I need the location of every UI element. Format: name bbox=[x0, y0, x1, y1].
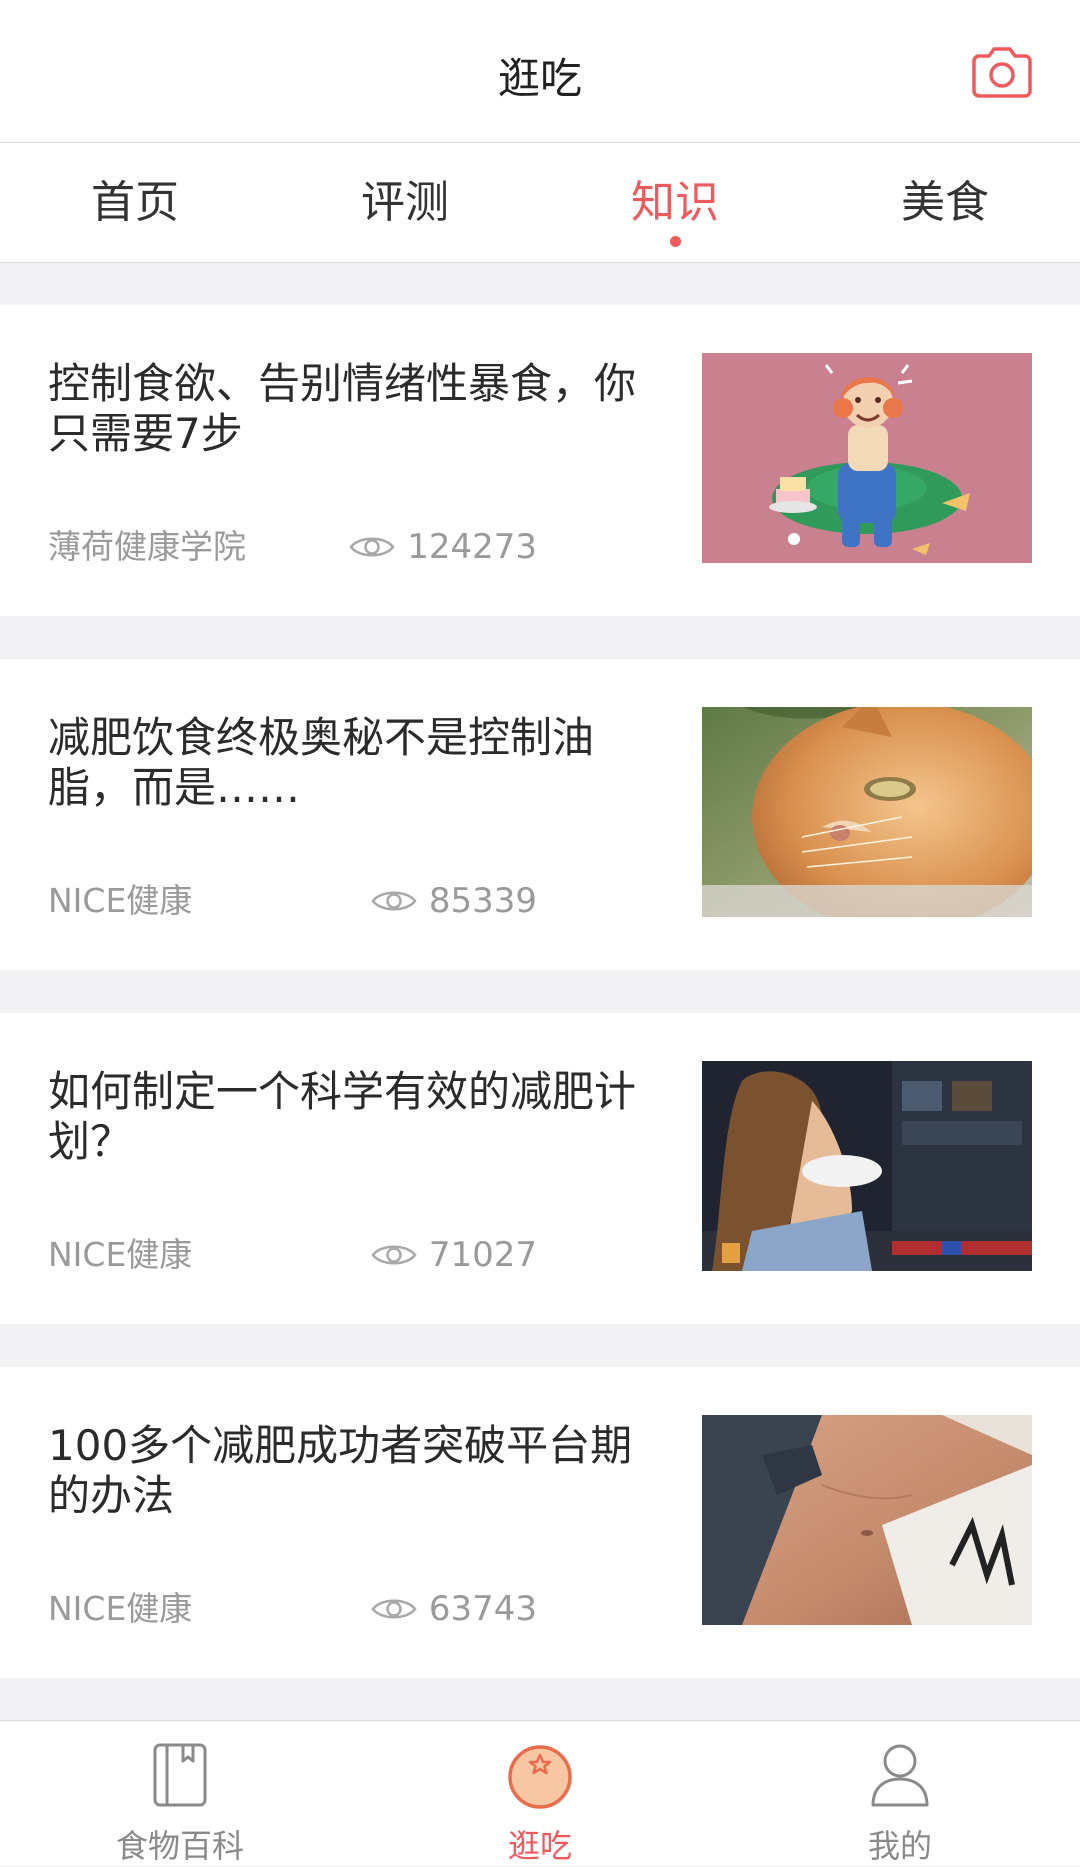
tab-home[interactable]: 首页 bbox=[0, 143, 270, 262]
article-thumbnail bbox=[702, 1061, 1032, 1271]
bottom-navigation: 食物百科 逛吃 我的 bbox=[0, 1720, 1080, 1866]
camera-icon[interactable] bbox=[971, 44, 1033, 98]
nav-label: 食物百科 bbox=[115, 1827, 244, 1865]
nav-food-encyclopedia[interactable]: 食物百科 bbox=[0, 1721, 360, 1866]
article-title: 减肥饮食终极奥秘不是控制油脂，而是…… bbox=[48, 713, 595, 812]
view-count-value: 85339 bbox=[428, 881, 537, 921]
eye-icon bbox=[371, 891, 417, 911]
article-source: NICE健康 bbox=[48, 1589, 193, 1628]
article-thumbnail bbox=[702, 353, 1032, 563]
tab-label: 评测 bbox=[361, 177, 449, 228]
tab-label: 知识 bbox=[631, 177, 719, 228]
nav-label: 我的 bbox=[867, 1827, 932, 1865]
article-title: 100多个减肥成功者突破平台期的办法 bbox=[48, 1421, 633, 1520]
article-source: 薄荷健康学院 bbox=[48, 527, 246, 566]
app-header: 逛吃 bbox=[0, 0, 1080, 143]
article-title: 控制食欲、告别情绪性暴食，你只需要7步 bbox=[48, 359, 637, 458]
article-source: NICE健康 bbox=[48, 881, 193, 920]
view-count-value: 71027 bbox=[428, 1235, 537, 1275]
tab-label: 首页 bbox=[91, 177, 179, 228]
view-count: 85339 bbox=[371, 881, 537, 921]
article-source: NICE健康 bbox=[48, 1235, 193, 1274]
eye-icon bbox=[349, 537, 395, 557]
article-thumbnail bbox=[702, 707, 1032, 917]
tab-food[interactable]: 美食 bbox=[810, 143, 1080, 262]
article-thumbnail bbox=[702, 1415, 1032, 1625]
nav-label: 逛吃 bbox=[507, 1827, 572, 1865]
view-count-value: 63743 bbox=[428, 1589, 537, 1629]
view-count: 63743 bbox=[371, 1589, 537, 1629]
nav-me[interactable]: 我的 bbox=[720, 1721, 1080, 1866]
user-icon bbox=[871, 1744, 929, 1807]
tab-knowledge[interactable]: 知识 bbox=[540, 143, 810, 262]
article-card[interactable]: 如何制定一个科学有效的减肥计划？ NICE健康 71027 bbox=[0, 1013, 1080, 1324]
article-title: 如何制定一个科学有效的减肥计划？ bbox=[48, 1067, 637, 1166]
tab-reviews[interactable]: 评测 bbox=[270, 143, 540, 262]
view-count: 71027 bbox=[371, 1235, 537, 1275]
view-count-value: 124273 bbox=[407, 527, 537, 567]
article-card[interactable]: 控制食欲、告别情绪性暴食，你只需要7步 薄荷健康学院 124273 bbox=[0, 305, 1080, 616]
view-count: 124273 bbox=[349, 527, 537, 567]
page-title: 逛吃 bbox=[497, 54, 582, 103]
article-card[interactable]: 100多个减肥成功者突破平台期的办法 NICE健康 63743 bbox=[0, 1367, 1080, 1678]
book-icon bbox=[153, 1743, 207, 1807]
article-card[interactable]: 减肥饮食终极奥秘不是控制油脂，而是…… NICE健康 85339 bbox=[0, 659, 1080, 970]
orange-icon bbox=[508, 1745, 572, 1809]
eye-icon bbox=[371, 1245, 417, 1265]
category-tabs: 首页 评测 知识 美食 bbox=[0, 143, 1080, 263]
nav-browse-eat[interactable]: 逛吃 bbox=[360, 1721, 720, 1866]
eye-icon bbox=[371, 1599, 417, 1619]
active-tab-indicator bbox=[670, 236, 681, 247]
tab-label: 美食 bbox=[901, 177, 989, 228]
